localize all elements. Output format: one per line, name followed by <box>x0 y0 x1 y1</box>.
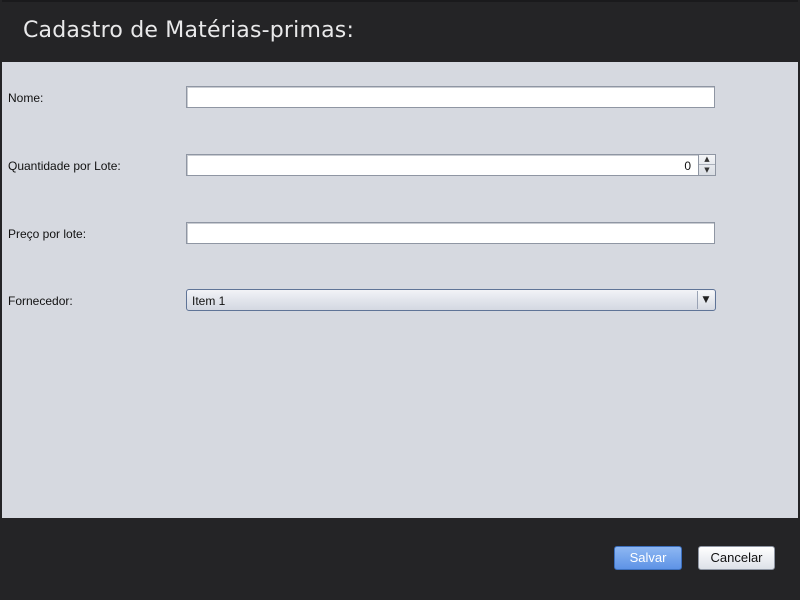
save-button[interactable]: Salvar <box>614 546 682 570</box>
quantidade-spinner[interactable]: 0 ▲ ▼ <box>186 154 716 176</box>
preco-label: Preço por lote: <box>8 227 87 241</box>
nome-label: Nome: <box>8 91 44 105</box>
fornecedor-select[interactable]: Item 1 ▼ <box>186 289 716 311</box>
nome-input[interactable] <box>186 86 715 108</box>
preco-input[interactable] <box>186 222 715 244</box>
dialog-footer: Salvar Cancelar <box>2 518 798 600</box>
fornecedor-selected-value[interactable]: Item 1 <box>192 294 225 308</box>
spin-up-icon[interactable]: ▲ <box>699 155 715 165</box>
fornecedor-label: Fornecedor: <box>8 294 73 308</box>
spinner-buttons: ▲ ▼ <box>698 155 715 175</box>
quantidade-value[interactable]: 0 <box>684 159 691 173</box>
chevron-down-icon[interactable]: ▼ <box>697 291 714 309</box>
quantidade-label: Quantidade por Lote: <box>8 159 121 173</box>
cancel-button[interactable]: Cancelar <box>698 546 775 570</box>
spin-down-icon[interactable]: ▼ <box>699 165 715 175</box>
dialog-title: Cadastro de Matérias-primas: <box>23 18 355 43</box>
dialog-header: Cadastro de Matérias-primas: <box>2 0 798 62</box>
dialog-window: Cadastro de Matérias-primas: Nome: Quant… <box>0 0 800 600</box>
